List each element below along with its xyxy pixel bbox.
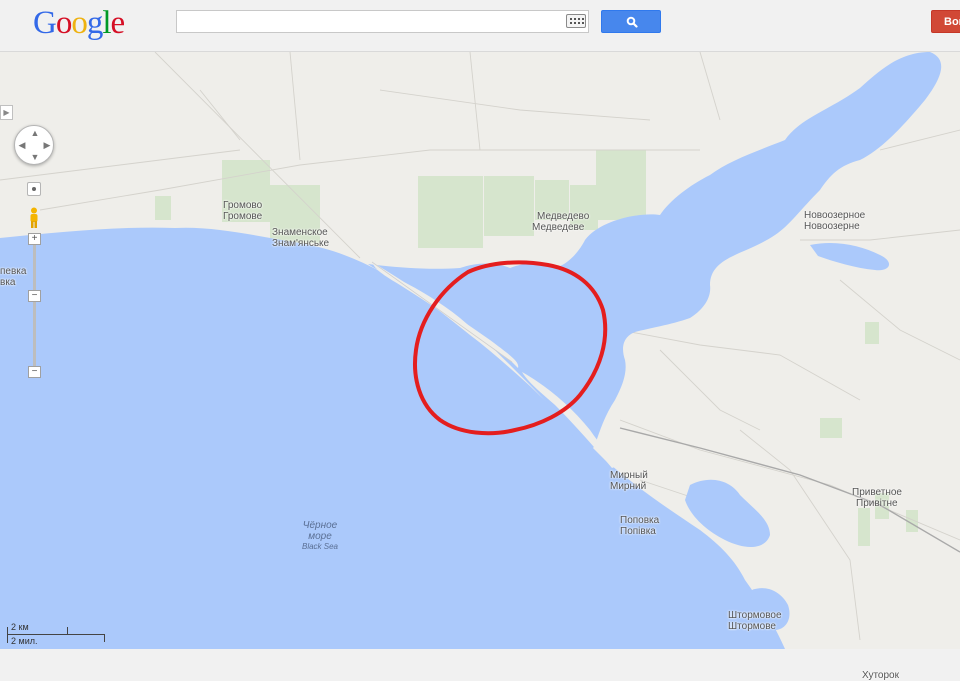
zoom-slider-handle[interactable]: −: [28, 290, 41, 302]
place-shtormovoe-uk: Штормове: [728, 621, 776, 632]
scale-metric-label: 2 км: [11, 622, 29, 632]
place-mirny-ru: Мирный: [610, 470, 648, 481]
pan-up-icon[interactable]: ▲: [30, 128, 40, 138]
scale-imperial-label: 2 мил.: [11, 636, 38, 646]
magnifier-icon: [626, 16, 638, 28]
pan-left-icon[interactable]: ◀: [17, 140, 27, 151]
logo-letter: G: [33, 5, 57, 41]
scale-bar: 2 км 2 мил.: [7, 622, 107, 648]
place-left-edge-1: певка: [0, 266, 27, 277]
search-button[interactable]: [601, 10, 661, 33]
search-input[interactable]: [176, 10, 589, 33]
place-medvedevo-ru: Медведево: [537, 211, 590, 222]
place-znamenskoe-ru: Знаменское: [272, 227, 328, 238]
logo-letter: o: [55, 5, 72, 41]
zoom-out-button[interactable]: −: [28, 366, 41, 378]
map-svg: [0, 51, 960, 649]
logo-letter: l: [102, 5, 111, 41]
place-novoozernoe-ru: Новоозерное: [804, 210, 866, 221]
place-privetnoe-ru: Приветное: [852, 487, 902, 498]
pan-down-icon[interactable]: ▼: [30, 152, 40, 162]
place-privetnoe-uk: Привітне: [856, 498, 898, 509]
place-popovka-ru: Поповка: [620, 515, 660, 526]
pan-right-icon[interactable]: ▶: [42, 140, 52, 151]
keyboard-icon[interactable]: [566, 14, 586, 28]
signin-button[interactable]: Вой: [931, 10, 960, 33]
place-mirny-uk: Мирний: [610, 481, 647, 492]
place-shtormovoe-ru: Штормовое: [728, 610, 782, 621]
place-gromovo-ru: Громово: [223, 200, 263, 211]
place-medvedevo-uk: Медведеве: [532, 222, 585, 233]
logo-letter: o: [71, 5, 87, 41]
zoom-slider[interactable]: [33, 245, 36, 366]
header-bar: Google Вой: [0, 0, 960, 52]
place-popovka-uk: Попівка: [620, 526, 656, 537]
sea-name-ru-1: Чёрное: [302, 520, 338, 531]
place-gromovo-uk: Громове: [223, 211, 263, 222]
logo-letter: g: [86, 5, 103, 41]
logo-letter: e: [110, 5, 126, 41]
recenter-button[interactable]: [27, 182, 41, 196]
google-logo[interactable]: Google: [33, 5, 126, 42]
pan-control[interactable]: ▲ ◀ ▶ ▼: [14, 125, 54, 165]
zoom-in-button[interactable]: +: [28, 233, 41, 245]
pegman-icon[interactable]: [28, 207, 40, 229]
place-znamenskoe-uk: Знам'янське: [272, 238, 330, 249]
place-novoozernoe-uk: Новоозерне: [804, 221, 860, 232]
sea-name-en: Black Sea: [301, 542, 339, 551]
collapse-panel-button[interactable]: ▶: [0, 105, 13, 120]
map-canvas[interactable]: Громово Громове Знаменское Знам'янське М…: [0, 51, 960, 681]
place-khutorok: Хуторок: [862, 670, 899, 681]
place-left-edge-2: вка: [0, 277, 16, 288]
